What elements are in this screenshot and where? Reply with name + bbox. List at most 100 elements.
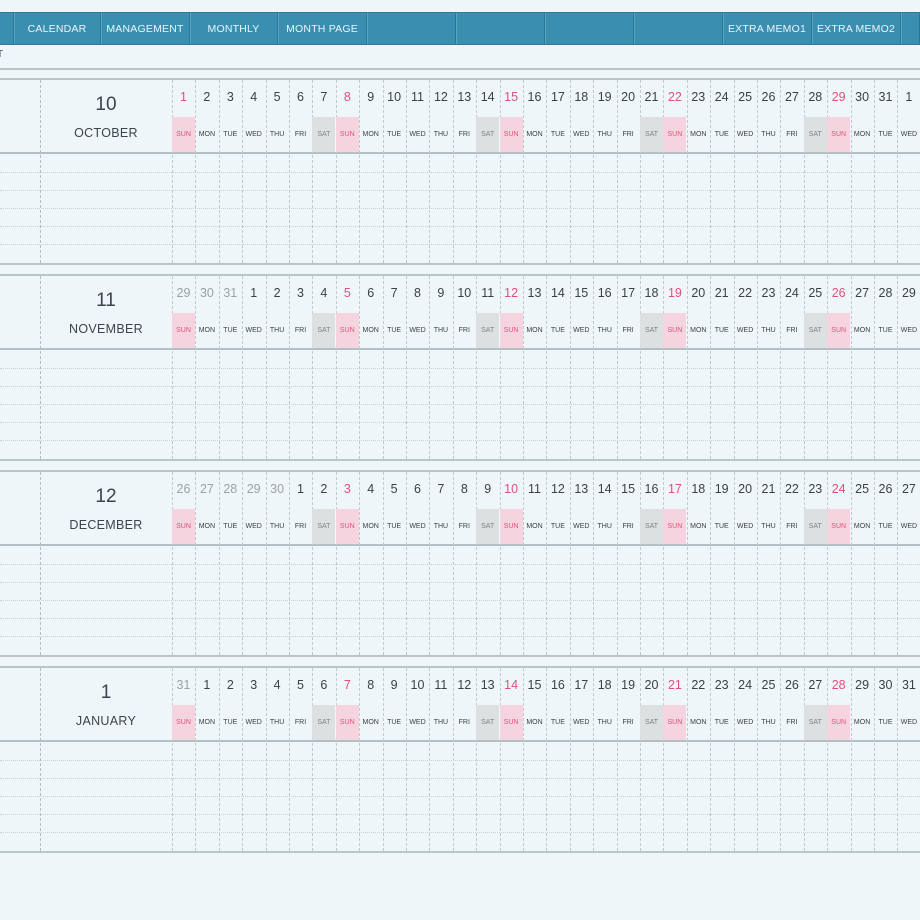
column-divider (429, 80, 431, 263)
day-number: 2 (273, 286, 281, 300)
weekday-label: MON (362, 131, 379, 138)
column-divider (218, 668, 220, 851)
day-number: 7 (343, 678, 351, 692)
day-number: 28 (831, 678, 846, 692)
day-number: 17 (621, 286, 636, 300)
tab-calendar[interactable]: CALENDAR (14, 13, 101, 44)
column-divider (289, 472, 290, 655)
day-number: 16 (550, 678, 565, 692)
column-divider (897, 80, 899, 263)
day-number: 9 (390, 678, 398, 692)
weekday-label: SAT (803, 313, 827, 348)
day-number: 29 (855, 678, 870, 692)
column-divider (499, 472, 501, 655)
column-divider (897, 472, 899, 655)
column-divider (406, 276, 407, 459)
day-number: 20 (644, 678, 659, 692)
column-divider (710, 668, 712, 851)
day-number: 10 (504, 482, 519, 496)
block-top-border (0, 470, 920, 472)
weekday-label: WED (573, 327, 590, 334)
day-number: 18 (691, 482, 706, 496)
column-divider (172, 276, 173, 459)
weekday-label: WED (736, 131, 754, 138)
day-number: 22 (691, 678, 706, 692)
memo-row-line (0, 582, 920, 583)
weekday-label: SUN (827, 509, 851, 544)
tab-blank-0[interactable] (0, 13, 14, 44)
day-number: 7 (320, 90, 328, 104)
column-divider (710, 80, 712, 263)
subheader-text: T (0, 49, 4, 60)
tab-blank-5[interactable] (367, 13, 456, 44)
column-divider (733, 80, 735, 263)
column-divider (686, 472, 688, 655)
column-divider (780, 668, 782, 851)
day-number: 14 (480, 90, 495, 104)
column-divider (265, 80, 267, 263)
day-number: 8 (367, 678, 375, 692)
day-number: 1 (203, 678, 211, 692)
column-divider (897, 276, 899, 459)
weekday-label: THU (433, 131, 449, 138)
day-number: 3 (343, 482, 351, 496)
memo-row-line (0, 244, 920, 245)
column-divider (218, 472, 220, 655)
weekday-label: FRI (294, 327, 307, 334)
column-divider (803, 276, 805, 459)
day-number: 11 (481, 286, 495, 300)
weekday-label: THU (269, 131, 285, 138)
day-number: 27 (808, 678, 823, 692)
tab-management[interactable]: MANAGEMENT (101, 13, 190, 44)
column-divider (476, 276, 478, 459)
day-number: 7 (437, 482, 445, 496)
day-number: 20 (691, 286, 706, 300)
day-number: 2 (203, 90, 211, 104)
column-divider (546, 472, 548, 655)
memo-row-line (0, 760, 920, 761)
column-divider (546, 276, 548, 459)
day-number: 12 (504, 286, 519, 300)
column-divider (593, 80, 595, 263)
tab-blank-7[interactable] (545, 13, 634, 44)
memo-row-line (0, 796, 920, 797)
column-divider (359, 472, 361, 655)
column-divider (406, 472, 407, 655)
day-number: 7 (390, 286, 398, 300)
tab-blank-8[interactable] (634, 13, 723, 44)
weekday-label: TUE (387, 327, 402, 334)
tab-extra-memo1[interactable]: EXTRA MEMO1 (723, 13, 812, 44)
column-divider (195, 668, 197, 851)
column-divider (616, 668, 618, 851)
day-number: 19 (714, 482, 729, 496)
weekday-label: TUE (550, 523, 565, 530)
day-number: 24 (738, 678, 753, 692)
tab-blank-6[interactable] (456, 13, 545, 44)
column-divider (195, 472, 197, 655)
column-divider (499, 80, 501, 263)
weekday-label: SUN (499, 509, 523, 544)
day-number: 9 (484, 482, 492, 496)
month-name: NOVEMBER (69, 322, 143, 336)
month-number: 1 (100, 682, 112, 703)
tab-monthly[interactable]: MONTHLY (190, 13, 278, 44)
memo-row-line (0, 618, 920, 619)
weekday-label: SAT (312, 509, 336, 544)
column-divider (874, 472, 875, 655)
day-number: 27 (855, 286, 870, 300)
weekday-label: SUN (335, 313, 359, 348)
weekday-label: TUE (714, 523, 729, 530)
column-divider (289, 668, 290, 851)
column-divider (733, 276, 735, 459)
column-divider (686, 80, 688, 263)
day-number: 31 (223, 286, 238, 300)
tab-blank-11[interactable] (901, 13, 920, 44)
day-number: 11 (411, 90, 424, 104)
day-number: 21 (761, 482, 776, 496)
column-divider (640, 80, 641, 263)
day-number: 3 (297, 286, 304, 300)
tab-extra-memo2[interactable]: EXTRA MEMO2 (812, 13, 901, 44)
column-divider (874, 668, 875, 851)
tab-month-page[interactable]: MONTH PAGE (278, 13, 367, 44)
day-number: 29 (176, 286, 191, 300)
